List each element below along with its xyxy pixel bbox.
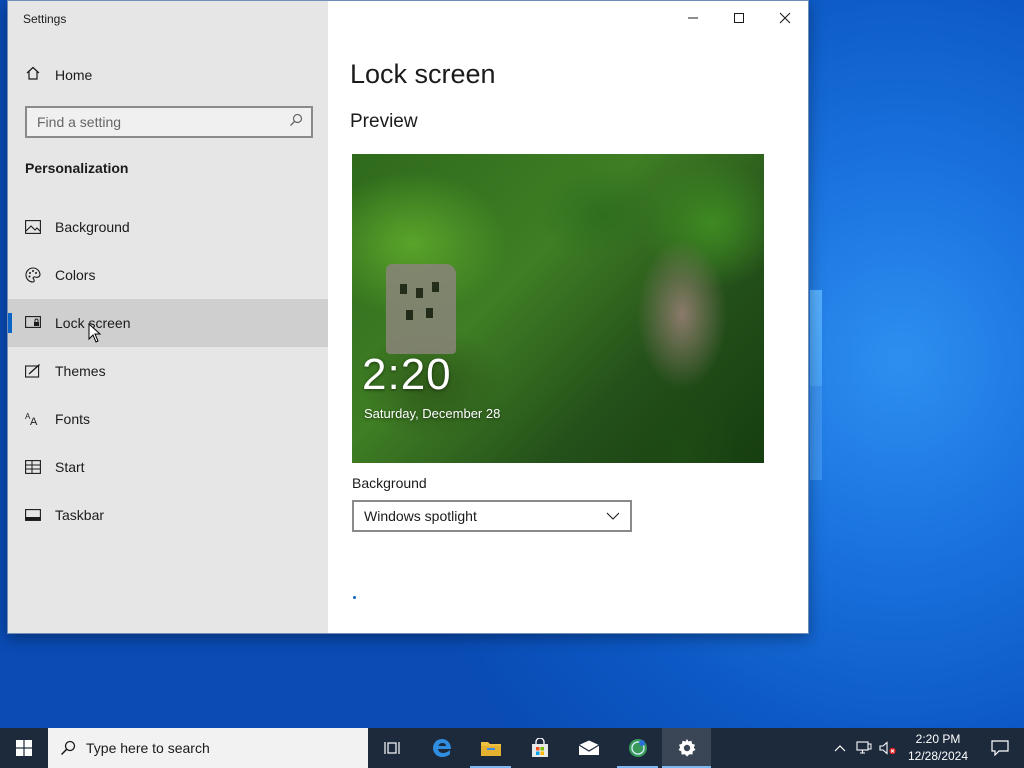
lock-screen-preview: 2:20 Saturday, December 28 — [352, 154, 764, 463]
desktop-wallpaper-shape-lower — [810, 386, 822, 480]
sidebar-item-themes[interactable]: Themes — [8, 347, 328, 395]
app-button-globe[interactable] — [613, 728, 662, 768]
search-icon[interactable] — [289, 113, 303, 132]
search-input[interactable] — [37, 114, 289, 130]
taskbar-search-box[interactable]: Type here to search — [48, 728, 368, 768]
sidebar-item-label: Background — [55, 219, 130, 235]
settings-window: Settings Home Personalization Background — [7, 0, 809, 634]
clock-time: 2:20 PM — [915, 732, 961, 746]
palette-icon — [25, 267, 41, 283]
page-title: Lock screen — [350, 59, 496, 89]
maximize-button[interactable] — [716, 1, 762, 34]
themes-icon — [25, 363, 41, 379]
file-explorer-button[interactable] — [466, 728, 515, 768]
window-caption-buttons — [670, 1, 808, 34]
taskbar-icon — [25, 507, 41, 523]
sidebar-item-lock-screen[interactable]: Lock screen — [8, 299, 328, 347]
svg-text:A: A — [30, 416, 38, 427]
notification-icon — [991, 740, 1009, 756]
sidebar-item-label: Colors — [55, 267, 96, 283]
settings-app-button[interactable] — [662, 728, 711, 768]
action-center-button[interactable] — [976, 728, 1024, 768]
system-tray: 2:20 PM 12/28/2024 — [828, 728, 1024, 768]
sidebar-item-start[interactable]: Start — [8, 443, 328, 491]
home-nav-item[interactable]: Home — [8, 55, 328, 95]
preview-heading: Preview — [350, 111, 418, 132]
edge-icon — [432, 739, 451, 757]
preview-date: Saturday, December 28 — [364, 406, 501, 421]
preview-ruin-shape — [386, 264, 456, 354]
sidebar: Settings Home Personalization Background — [8, 1, 328, 633]
sidebar-item-taskbar[interactable]: Taskbar — [8, 491, 328, 539]
chevron-up-icon — [834, 745, 846, 752]
background-dropdown[interactable]: Windows spotlight — [352, 500, 632, 532]
close-icon — [779, 12, 791, 23]
globe-app-icon — [628, 739, 647, 757]
start-button[interactable] — [0, 728, 48, 768]
network-button[interactable] — [852, 728, 876, 768]
main-pane: Lock screen Preview 2:20 Saturday, Decem… — [328, 1, 808, 633]
image-icon — [25, 219, 41, 235]
fonts-icon: AA — [25, 411, 41, 427]
folder-icon — [480, 742, 501, 756]
taskbar-clock[interactable]: 2:20 PM 12/28/2024 — [900, 731, 976, 765]
taskbar-search-placeholder: Type here to search — [86, 740, 210, 756]
background-label: Background — [352, 475, 427, 491]
window-title: Settings — [23, 12, 67, 26]
personalization-nav-list: Background Colors Lock screen Themes A A… — [8, 203, 328, 539]
volume-button[interactable] — [876, 728, 900, 768]
taskbar: Type here to search 2:20 PM 12/28/2024 — [0, 728, 1024, 768]
clock-date: 12/28/2024 — [907, 749, 969, 763]
gear-icon — [678, 739, 695, 757]
home-label: Home — [55, 67, 93, 83]
edge-browser-button[interactable] — [417, 728, 466, 768]
mail-icon — [578, 740, 599, 755]
chevron-down-icon — [606, 507, 620, 525]
sidebar-item-label: Start — [55, 459, 85, 475]
background-dropdown-value: Windows spotlight — [364, 508, 477, 524]
mouse-cursor-icon — [88, 322, 102, 348]
windows-logo-icon — [16, 740, 32, 756]
minimize-button[interactable] — [670, 1, 716, 34]
loading-indicator — [353, 596, 356, 599]
show-hidden-icons-button[interactable] — [828, 728, 852, 768]
find-setting-search[interactable] — [25, 106, 313, 138]
task-view-icon — [383, 742, 400, 754]
store-icon — [531, 738, 548, 757]
sidebar-item-label: Taskbar — [55, 507, 105, 523]
sidebar-item-fonts[interactable]: AA Fonts — [8, 395, 328, 443]
start-icon — [25, 459, 41, 475]
volume-muted-icon — [879, 741, 896, 755]
sidebar-item-label: Fonts — [55, 411, 91, 427]
network-icon — [856, 741, 872, 754]
mail-button[interactable] — [564, 728, 613, 768]
section-header: Personalization — [25, 160, 129, 176]
preview-time: 2:20 — [362, 350, 452, 399]
minimize-icon — [688, 17, 698, 18]
home-icon — [25, 65, 41, 86]
maximize-icon — [734, 12, 744, 23]
close-button[interactable] — [762, 1, 808, 34]
search-icon — [60, 740, 76, 756]
sidebar-item-colors[interactable]: Colors — [8, 251, 328, 299]
sidebar-item-background[interactable]: Background — [8, 203, 328, 251]
microsoft-store-button[interactable] — [515, 728, 564, 768]
sidebar-item-label: Themes — [55, 363, 106, 379]
lock-screen-icon — [25, 315, 41, 331]
task-view-button[interactable] — [368, 728, 417, 768]
